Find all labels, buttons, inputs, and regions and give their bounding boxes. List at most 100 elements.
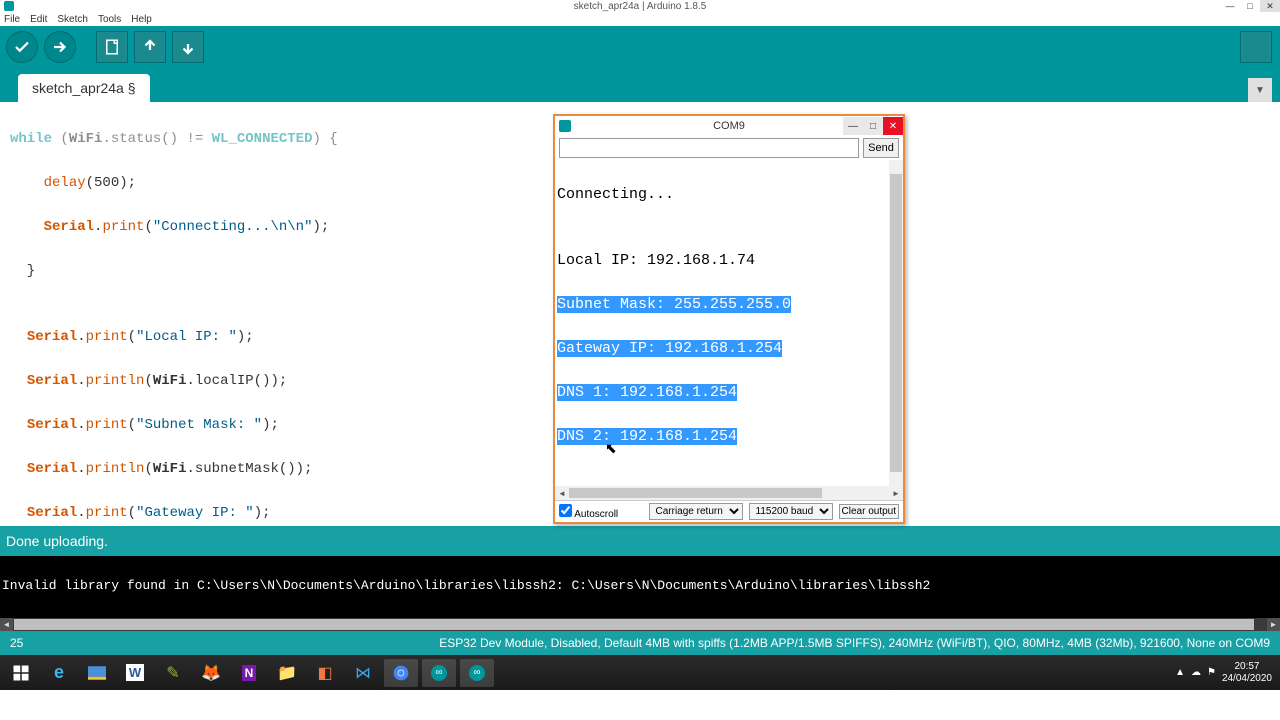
t — [10, 505, 27, 521]
menu-edit[interactable]: Edit — [30, 14, 47, 25]
serial-monitor-button[interactable] — [1240, 31, 1272, 63]
taskbar-ie-icon[interactable]: e — [42, 659, 76, 687]
t: print — [86, 417, 128, 433]
baud-select[interactable]: 115200 baud — [749, 503, 833, 520]
tab-sketch[interactable]: sketch_apr24a § — [18, 74, 150, 102]
serial-send-button[interactable]: Send — [863, 138, 899, 158]
toolbar — [0, 26, 1280, 68]
scroll-right-icon[interactable]: ► — [889, 486, 903, 500]
t: ( — [144, 461, 152, 477]
serial-output[interactable]: Connecting... Local IP: 192.168.1.74 Sub… — [555, 160, 889, 486]
line-ending-select[interactable]: Carriage return — [649, 503, 743, 520]
serial-footer: Autoscroll Carriage return 115200 baud C… — [555, 500, 903, 522]
new-sketch-button[interactable] — [96, 31, 128, 63]
t: ( — [52, 131, 69, 147]
t: println — [86, 373, 145, 389]
window-minimize-button[interactable]: — — [1220, 0, 1240, 12]
taskbar-desktop-icon[interactable] — [80, 659, 114, 687]
t: delay — [44, 175, 86, 191]
taskbar-chrome-icon[interactable] — [384, 659, 418, 687]
autoscroll-label: Autoscroll — [574, 509, 618, 520]
clear-output-button[interactable]: Clear output — [839, 504, 899, 519]
t: WiFi — [153, 461, 187, 477]
taskbar-firefox-icon[interactable]: 🦊 — [194, 659, 228, 687]
window-close-button[interactable]: ✕ — [1260, 0, 1280, 12]
clock-date: 24/04/2020 — [1222, 673, 1272, 685]
scroll-right-icon[interactable]: ► — [1267, 618, 1280, 631]
taskbar-vscode-icon[interactable]: ⋈ — [346, 659, 380, 687]
clock-time: 20:57 — [1222, 661, 1272, 673]
serial-maximize-button[interactable]: □ — [863, 117, 883, 135]
verify-button[interactable] — [6, 31, 38, 63]
t: Serial — [27, 461, 77, 477]
t: "Local IP: " — [136, 329, 237, 345]
taskbar-arduino2-icon[interactable]: ∞ — [460, 659, 494, 687]
t: "Gateway IP: " — [136, 505, 254, 521]
menu-file[interactable]: File — [4, 14, 20, 25]
t: Serial — [44, 219, 94, 235]
t: ( — [144, 373, 152, 389]
upload-button[interactable] — [44, 31, 76, 63]
taskbar-explorer-icon[interactable]: 📁 — [270, 659, 304, 687]
t — [10, 373, 27, 389]
arduino-icon — [4, 1, 14, 11]
tray-clock[interactable]: 20:57 24/04/2020 — [1222, 661, 1272, 685]
t: print — [102, 219, 144, 235]
t: "Subnet Mask: " — [136, 417, 262, 433]
status-bar: Done uploading. — [0, 526, 1280, 556]
tray-onedrive-icon[interactable]: ☁ — [1191, 667, 1201, 678]
t: . — [77, 373, 85, 389]
t: ( — [128, 505, 136, 521]
serial-titlebar[interactable]: COM9 — □ ✕ — [555, 116, 903, 136]
serial-hscroll[interactable]: ◄ ► — [555, 486, 903, 500]
t: ); — [254, 505, 271, 521]
app-title: sketch_apr24a | Arduino 1.8.5 — [574, 1, 707, 12]
scroll-thumb[interactable] — [890, 174, 902, 472]
serial-vscroll[interactable] — [889, 160, 903, 486]
t — [10, 219, 44, 235]
menu-sketch[interactable]: Sketch — [57, 14, 88, 25]
autoscroll-checkbox[interactable]: Autoscroll — [559, 504, 618, 520]
menu-help[interactable]: Help — [131, 14, 152, 25]
t: ( — [144, 219, 152, 235]
serial-minimize-button[interactable]: — — [843, 117, 863, 135]
tray-flag-icon[interactable]: ⚑ — [1207, 667, 1216, 678]
serial-line-selected: DNS 1: 192.168.1.254 — [557, 384, 737, 401]
menu-tools[interactable]: Tools — [98, 14, 121, 25]
scroll-thumb[interactable] — [14, 619, 1254, 630]
tab-label: sketch_apr24a § — [32, 80, 136, 96]
t: ( — [128, 417, 136, 433]
console-scrollbar[interactable]: ◄ ► — [0, 618, 1280, 631]
taskbar-arduino-icon[interactable]: ∞ — [422, 659, 456, 687]
window-maximize-button[interactable]: □ — [1240, 0, 1260, 12]
scroll-left-icon[interactable]: ◄ — [0, 618, 13, 631]
save-sketch-button[interactable] — [172, 31, 204, 63]
start-button[interactable] — [4, 659, 38, 687]
t: ); — [313, 219, 330, 235]
t: print — [86, 505, 128, 521]
t: while — [10, 131, 52, 147]
console-output[interactable]: Invalid library found in C:\Users\N\Docu… — [0, 556, 1280, 618]
t: .localIP()); — [186, 373, 287, 389]
taskbar-word-icon[interactable]: W — [118, 659, 152, 687]
t: . — [77, 505, 85, 521]
serial-close-button[interactable]: ✕ — [883, 117, 903, 135]
open-sketch-button[interactable] — [134, 31, 166, 63]
t: . — [77, 329, 85, 345]
footer-board-info: ESP32 Dev Module, Disabled, Default 4MB … — [439, 636, 1270, 650]
taskbar-app-icon[interactable]: ◧ — [308, 659, 342, 687]
serial-title: COM9 — [713, 120, 745, 132]
scroll-thumb[interactable] — [569, 488, 822, 498]
t: Serial — [27, 373, 77, 389]
serial-input[interactable] — [559, 138, 859, 158]
t — [10, 417, 27, 433]
t: Serial — [27, 329, 77, 345]
footer-line-number: 25 — [10, 636, 23, 650]
taskbar-notepadpp-icon[interactable]: ✎ — [156, 659, 190, 687]
tray-up-icon[interactable]: ▲ — [1175, 667, 1185, 678]
scroll-left-icon[interactable]: ◄ — [555, 486, 569, 500]
serial-line: Connecting... — [557, 184, 889, 206]
t — [10, 461, 27, 477]
tabs-dropdown[interactable]: ▼ — [1248, 78, 1272, 102]
taskbar-onenote-icon[interactable]: N — [232, 659, 266, 687]
